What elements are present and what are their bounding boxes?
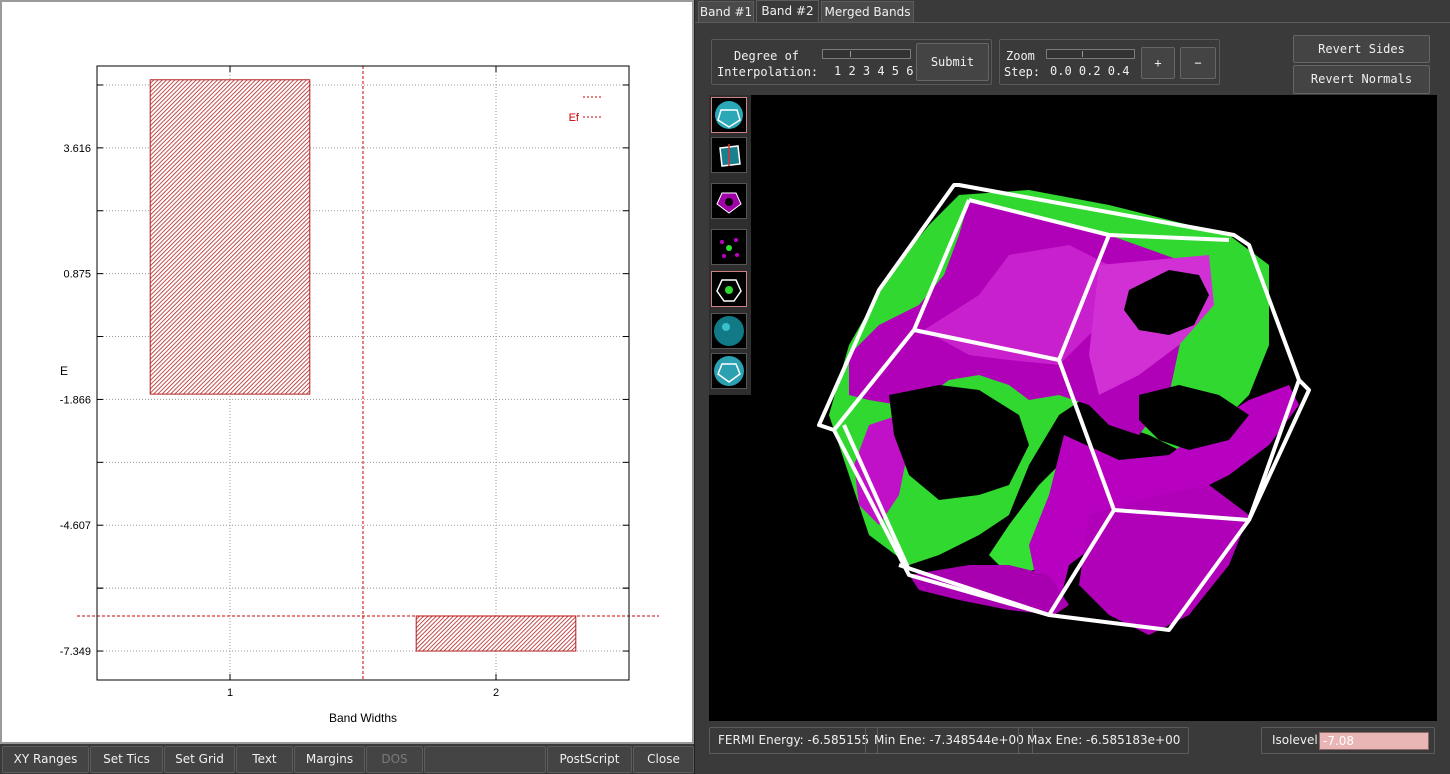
postscript-button[interactable]: PostScript [547, 746, 632, 773]
min-energy-readout: Min Ene: -7.348544e+00 [865, 727, 1033, 754]
interpolation-slider[interactable] [822, 49, 911, 59]
y-tick-label: -1.866 [60, 394, 91, 406]
y-tick-label: 0.875 [63, 269, 91, 281]
thumbnail-cell-sphere-view[interactable] [711, 313, 747, 349]
x-axis-label: Band Widths [329, 711, 397, 725]
legend-label-ef: Ef [569, 112, 580, 124]
chart-bars [149, 79, 577, 652]
view-controls: Degree of Interpolation: 1 2 3 4 5 6 Sub… [695, 22, 1450, 96]
dos-button[interactable]: DOS [366, 746, 423, 773]
isolevel-label: Isolevel: [1272, 733, 1322, 747]
zoom-label-line1: Zoom [1006, 49, 1035, 63]
tab-merged-bands[interactable]: Merged Bands [821, 1, 914, 22]
close-button[interactable]: Close [633, 746, 694, 773]
isolevel-input[interactable] [1319, 732, 1429, 750]
band-width-bar [415, 615, 577, 652]
fermi-surface-panel: Band #1 Band #2 Merged Bands Degree of I… [694, 0, 1450, 774]
interpolation-scale: 1 2 3 4 5 6 [834, 64, 914, 78]
zoom-in-button[interactable]: + [1141, 47, 1175, 79]
thumbnail-cell-dots-view[interactable] [711, 229, 747, 265]
thumbnail-cell-wire-magenta[interactable] [711, 183, 747, 219]
y-axis-label: E [60, 364, 68, 378]
fermi-surface-viewport[interactable] [709, 95, 1437, 721]
toolbar-spacer [424, 746, 546, 773]
interpolation-group: Degree of Interpolation: 1 2 3 4 5 6 Sub… [711, 39, 992, 85]
plot-toolbar: XY Ranges Set Tics Set Grid Text Margins… [0, 744, 694, 774]
fermi-energy-readout: FERMI Energy: -6.585155 [709, 727, 879, 754]
xy-ranges-button[interactable]: XY Ranges [2, 746, 89, 773]
y-tick-label: 3.616 [63, 143, 91, 155]
x-tick-label: 1 [227, 687, 233, 699]
band-width-plot-panel: 1 2 3.616 0.875 -1.866 -4.607 -7.349 Band Width… [0, 0, 694, 744]
thumbnail-cell-solid-view[interactable] [711, 353, 747, 389]
thumbnail-cell-axes-view[interactable] [711, 137, 747, 173]
revert-normals-button[interactable]: Revert Normals [1293, 65, 1430, 94]
text-button[interactable]: Text [236, 746, 293, 773]
interpolation-label-line2: Interpolation: [717, 65, 819, 79]
zoom-out-button[interactable]: − [1180, 47, 1216, 79]
max-energy-readout: Max Ene: -6.585183e+00 [1018, 727, 1190, 754]
energy-status-bar: FERMI Energy: -6.585155 Min Ene: -7.3485… [709, 722, 1437, 758]
tab-band-2[interactable]: Band #2 [756, 0, 819, 23]
interpolation-label-line1: Degree of [734, 49, 800, 63]
band-width-chart: 1 2 3.616 0.875 -1.866 -4.607 -7.349 Band Width… [60, 65, 659, 725]
thumbnail-cell-wire-green[interactable] [711, 271, 747, 307]
x-tick-label: 2 [493, 687, 499, 699]
zoom-step-scale: 0.0 0.2 0.4 [1050, 64, 1130, 78]
tab-band-1[interactable]: Band #1 [698, 1, 754, 22]
y-tick-label: -4.607 [60, 520, 91, 532]
set-grid-button[interactable]: Set Grid [164, 746, 235, 773]
submit-button[interactable]: Submit [916, 43, 989, 81]
fermi-surface-render [817, 183, 1311, 635]
view-thumbnail-strip [709, 95, 751, 395]
y-tick-label: -7.349 [60, 646, 91, 658]
zoom-group: Zoom Step: 0.0 0.2 0.4 + − [999, 39, 1220, 85]
chart-legend: Ef [569, 96, 603, 124]
margins-button[interactable]: Margins [294, 746, 365, 773]
zoom-step-slider[interactable] [1046, 49, 1135, 59]
set-tics-button[interactable]: Set Tics [90, 746, 163, 773]
thumbnail-cell-full-view[interactable] [711, 97, 747, 133]
revert-sides-button[interactable]: Revert Sides [1293, 35, 1430, 63]
band-width-bar [149, 79, 311, 395]
zoom-label-line2: Step: [1004, 65, 1041, 79]
